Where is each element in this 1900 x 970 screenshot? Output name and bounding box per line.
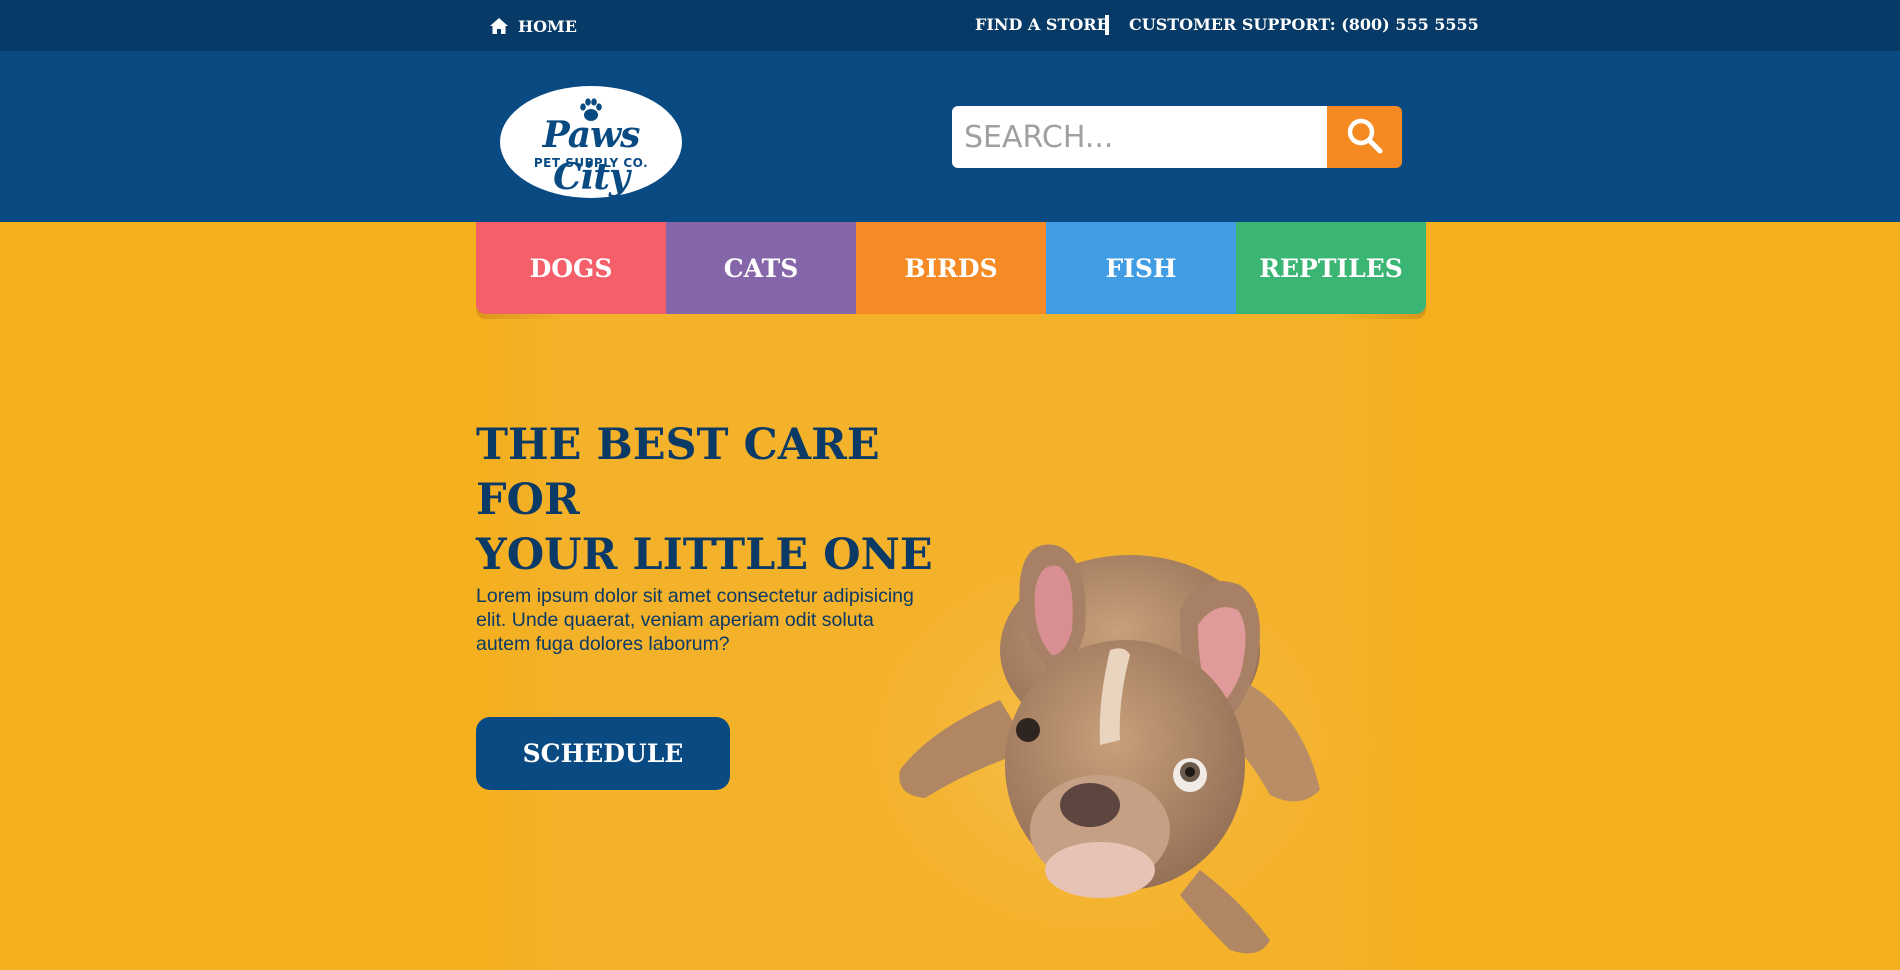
top-bar: HOME FIND A STORE CUSTOMER SUPPORT: (800…: [0, 0, 1900, 51]
home-label: HOME: [518, 16, 577, 36]
nav-item-fish[interactable]: FISH: [1046, 222, 1236, 314]
nav-item-dogs[interactable]: DOGS: [476, 222, 666, 314]
nav-item-birds[interactable]: BIRDS: [856, 222, 1046, 314]
find-a-store-link[interactable]: FIND A STORE: [975, 15, 1109, 34]
header: Paws City PET SUPPLY CO.: [0, 51, 1900, 222]
home-link[interactable]: HOME: [490, 15, 577, 37]
logo-subtitle: PET SUPPLY CO.: [533, 156, 649, 170]
hero-description: Lorem ipsum dolor sit amet consectetur a…: [476, 585, 914, 655]
nav-item-cats[interactable]: CATS: [666, 222, 856, 314]
category-nav: DOGS CATS BIRDS FISH REPTILES: [476, 222, 1426, 314]
home-icon: [490, 18, 508, 34]
customer-support-text: CUSTOMER SUPPORT: (800) 555 5555: [1129, 15, 1479, 34]
nav-item-reptiles[interactable]: REPTILES: [1236, 222, 1426, 314]
hero-title-line2: YOUR LITTLE ONE: [476, 530, 933, 580]
search-icon: [1346, 117, 1384, 158]
hero-title-line1: THE BEST CARE FOR: [476, 420, 880, 525]
topbar-divider: [1105, 15, 1109, 35]
schedule-button[interactable]: SCHEDULE: [476, 717, 730, 790]
hero-title: THE BEST CARE FOR YOUR LITTLE ONE: [476, 418, 956, 583]
search-button[interactable]: [1327, 106, 1402, 168]
search-bar: [952, 106, 1402, 168]
search-input[interactable]: [952, 106, 1327, 168]
logo[interactable]: Paws City PET SUPPLY CO.: [500, 86, 682, 198]
